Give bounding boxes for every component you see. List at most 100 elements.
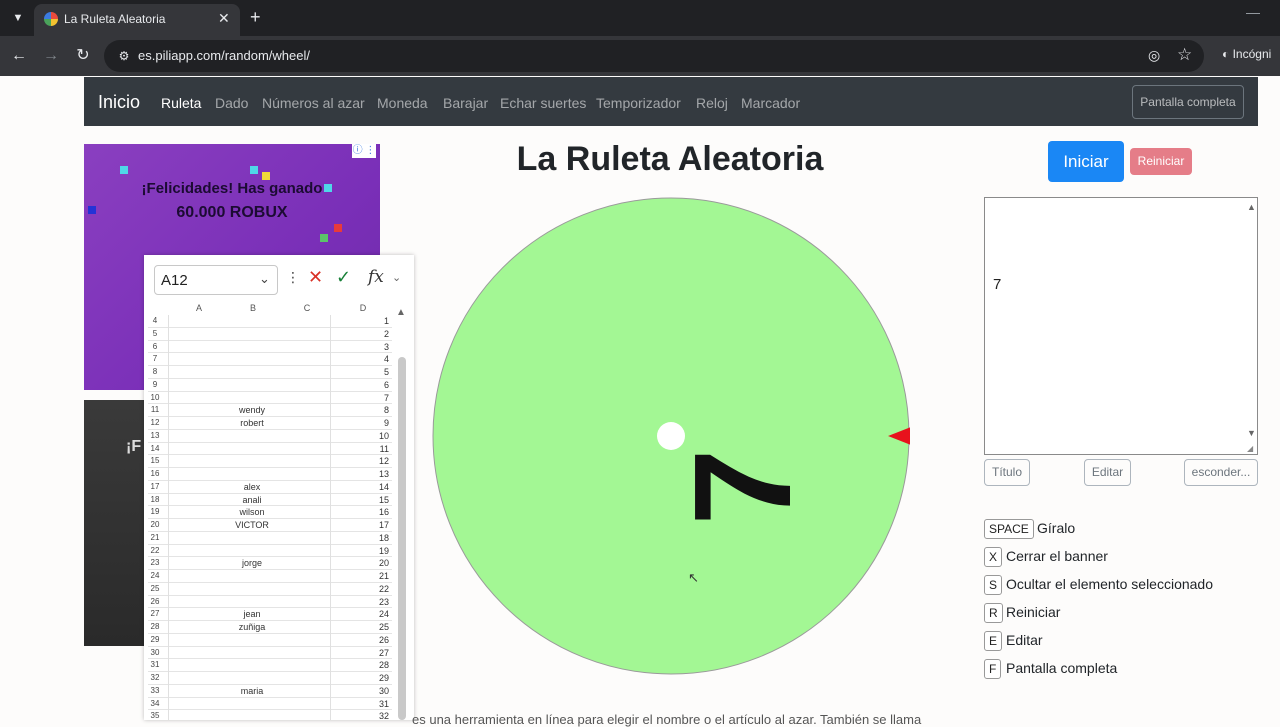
cell-number[interactable]: 11 bbox=[335, 443, 389, 455]
row-number[interactable]: 26 bbox=[148, 596, 162, 608]
row-number[interactable]: 17 bbox=[148, 481, 162, 493]
roulette-wheel[interactable]: 7 bbox=[432, 197, 910, 675]
cell-number[interactable]: 28 bbox=[335, 659, 389, 671]
name-box[interactable]: A12 ⌄ bbox=[154, 265, 278, 295]
cell-number[interactable]: 2 bbox=[335, 328, 389, 340]
tab-close-icon[interactable]: ✕ bbox=[218, 10, 230, 27]
fx-chevron-icon[interactable]: ⌄ bbox=[392, 271, 401, 284]
cell-number[interactable]: 4 bbox=[335, 353, 389, 365]
table-row[interactable]: 20 VICTOR 17 bbox=[148, 519, 392, 532]
table-row[interactable]: 74 bbox=[148, 353, 392, 366]
cell-number[interactable]: 14 bbox=[335, 481, 389, 493]
row-number[interactable]: 8 bbox=[148, 366, 162, 378]
site-settings-icon[interactable]: ⚙ bbox=[116, 48, 132, 64]
table-row[interactable]: 21 18 bbox=[148, 532, 392, 545]
address-bar[interactable]: ⚙ es.piliapp.com/random/wheel/ ◎ ☆ bbox=[104, 40, 1204, 72]
table-row[interactable]: 26 23 bbox=[148, 596, 392, 609]
table-row[interactable]: 12 robert 9 bbox=[148, 417, 392, 430]
edit-button[interactable]: Editar bbox=[1084, 459, 1131, 486]
scroll-up-icon[interactable]: ▲ bbox=[396, 307, 406, 318]
nav-link-marcador[interactable]: Marcador bbox=[741, 95, 800, 111]
table-row[interactable]: 30 27 bbox=[148, 647, 392, 660]
cancel-x-icon[interactable]: ✕ bbox=[308, 267, 323, 288]
table-row[interactable]: 16 13 bbox=[148, 468, 392, 481]
table-row[interactable]: 15 12 bbox=[148, 455, 392, 468]
table-row[interactable]: 32 29 bbox=[148, 672, 392, 685]
table-row[interactable]: 27 jean 24 bbox=[148, 608, 392, 621]
ad-banner-secondary[interactable]: ¡F bbox=[84, 400, 146, 646]
cell-number[interactable]: 31 bbox=[335, 698, 389, 710]
cell-number[interactable]: 24 bbox=[335, 608, 389, 620]
table-row[interactable]: 10 7 bbox=[148, 392, 392, 405]
table-row[interactable]: 13 10 bbox=[148, 430, 392, 443]
cell-number[interactable]: 19 bbox=[335, 545, 389, 557]
row-number[interactable]: 16 bbox=[148, 468, 162, 480]
table-row[interactable]: 28 zuñiga 25 bbox=[148, 621, 392, 634]
nav-link-reloj[interactable]: Reloj bbox=[696, 95, 728, 111]
ad-info-icon[interactable]: ⓘ ⋮ bbox=[352, 144, 376, 158]
row-number[interactable]: 12 bbox=[148, 417, 162, 429]
table-row[interactable]: 52 bbox=[148, 328, 392, 341]
row-number[interactable]: 20 bbox=[148, 519, 162, 531]
cell-number[interactable]: 29 bbox=[335, 672, 389, 684]
row-number[interactable]: 27 bbox=[148, 608, 162, 620]
cell-name[interactable]: VICTOR bbox=[202, 519, 302, 531]
row-number[interactable]: 11 bbox=[148, 404, 162, 416]
row-number[interactable]: 10 bbox=[148, 392, 162, 404]
nav-link-moneda[interactable]: Moneda bbox=[377, 95, 428, 111]
hide-button[interactable]: esconder... bbox=[1184, 459, 1258, 486]
column-header-c[interactable]: C bbox=[280, 301, 334, 315]
entries-textarea[interactable]: 7 ▲ ▼ ◢ bbox=[984, 197, 1258, 455]
cell-name[interactable]: robert bbox=[202, 417, 302, 429]
table-row[interactable]: 33 maria 30 bbox=[148, 685, 392, 698]
bookmark-star-icon[interactable]: ☆ bbox=[1177, 45, 1192, 65]
reset-button[interactable]: Reiniciar bbox=[1130, 148, 1192, 175]
table-row[interactable]: 23 jorge 20 bbox=[148, 557, 392, 570]
table-row[interactable]: 22 19 bbox=[148, 545, 392, 558]
row-number[interactable]: 14 bbox=[148, 443, 162, 455]
cell-name[interactable]: maria bbox=[202, 685, 302, 697]
table-row[interactable]: 31 28 bbox=[148, 659, 392, 672]
row-number[interactable]: 9 bbox=[148, 379, 162, 391]
cell-number[interactable]: 30 bbox=[335, 685, 389, 697]
cell-name[interactable]: wendy bbox=[202, 404, 302, 416]
cell-number[interactable]: 25 bbox=[335, 621, 389, 633]
cell-number[interactable]: 5 bbox=[335, 366, 389, 378]
row-number[interactable]: 7 bbox=[148, 353, 162, 365]
scroll-down-icon[interactable]: ▼ bbox=[1247, 428, 1256, 438]
table-row[interactable]: 19 wilson 16 bbox=[148, 506, 392, 519]
cell-number[interactable]: 17 bbox=[335, 519, 389, 531]
window-minimize-icon[interactable]: — bbox=[1246, 4, 1260, 20]
cell-number[interactable]: 27 bbox=[335, 647, 389, 659]
title-button[interactable]: Título bbox=[984, 459, 1030, 486]
row-number[interactable]: 21 bbox=[148, 532, 162, 544]
eye-off-icon[interactable]: ◎ bbox=[1148, 47, 1160, 64]
cell-number[interactable]: 32 bbox=[335, 710, 389, 720]
table-row[interactable]: 11 wendy 8 bbox=[148, 404, 392, 417]
cell-number[interactable]: 13 bbox=[335, 468, 389, 480]
cell-number[interactable]: 12 bbox=[335, 455, 389, 467]
table-row[interactable]: 34 31 bbox=[148, 698, 392, 711]
nav-link-barajar[interactable]: Barajar bbox=[443, 95, 488, 111]
cell-number[interactable]: 21 bbox=[335, 570, 389, 582]
row-number[interactable]: 13 bbox=[148, 430, 162, 442]
row-number[interactable]: 30 bbox=[148, 647, 162, 659]
row-number[interactable]: 19 bbox=[148, 506, 162, 518]
cell-number[interactable]: 7 bbox=[335, 392, 389, 404]
table-row[interactable]: 96 bbox=[148, 379, 392, 392]
cell-number[interactable]: 18 bbox=[335, 532, 389, 544]
spreadsheet-window[interactable]: A12 ⌄ ⋮ ✕ ✓ fx ⌄ A B C D 4 1 5 2 6 3 7 4 8 5 9 6 10 7… bbox=[144, 255, 414, 720]
row-number[interactable]: 24 bbox=[148, 570, 162, 582]
nav-link-temporizador[interactable]: Temporizador bbox=[596, 95, 681, 111]
row-number[interactable]: 23 bbox=[148, 557, 162, 569]
table-row[interactable]: 85 bbox=[148, 366, 392, 379]
cell-number[interactable]: 15 bbox=[335, 494, 389, 506]
back-arrow-icon[interactable]: ← bbox=[8, 45, 30, 67]
cell-name[interactable]: zuñiga bbox=[202, 621, 302, 633]
nav-link-echar-suertes[interactable]: Echar suertes bbox=[500, 95, 586, 111]
nav-link-dado[interactable]: Dado bbox=[215, 95, 248, 111]
start-button[interactable]: Iniciar bbox=[1048, 141, 1124, 182]
row-number[interactable]: 15 bbox=[148, 455, 162, 467]
table-row[interactable]: 41 bbox=[148, 315, 392, 328]
row-number[interactable]: 25 bbox=[148, 583, 162, 595]
